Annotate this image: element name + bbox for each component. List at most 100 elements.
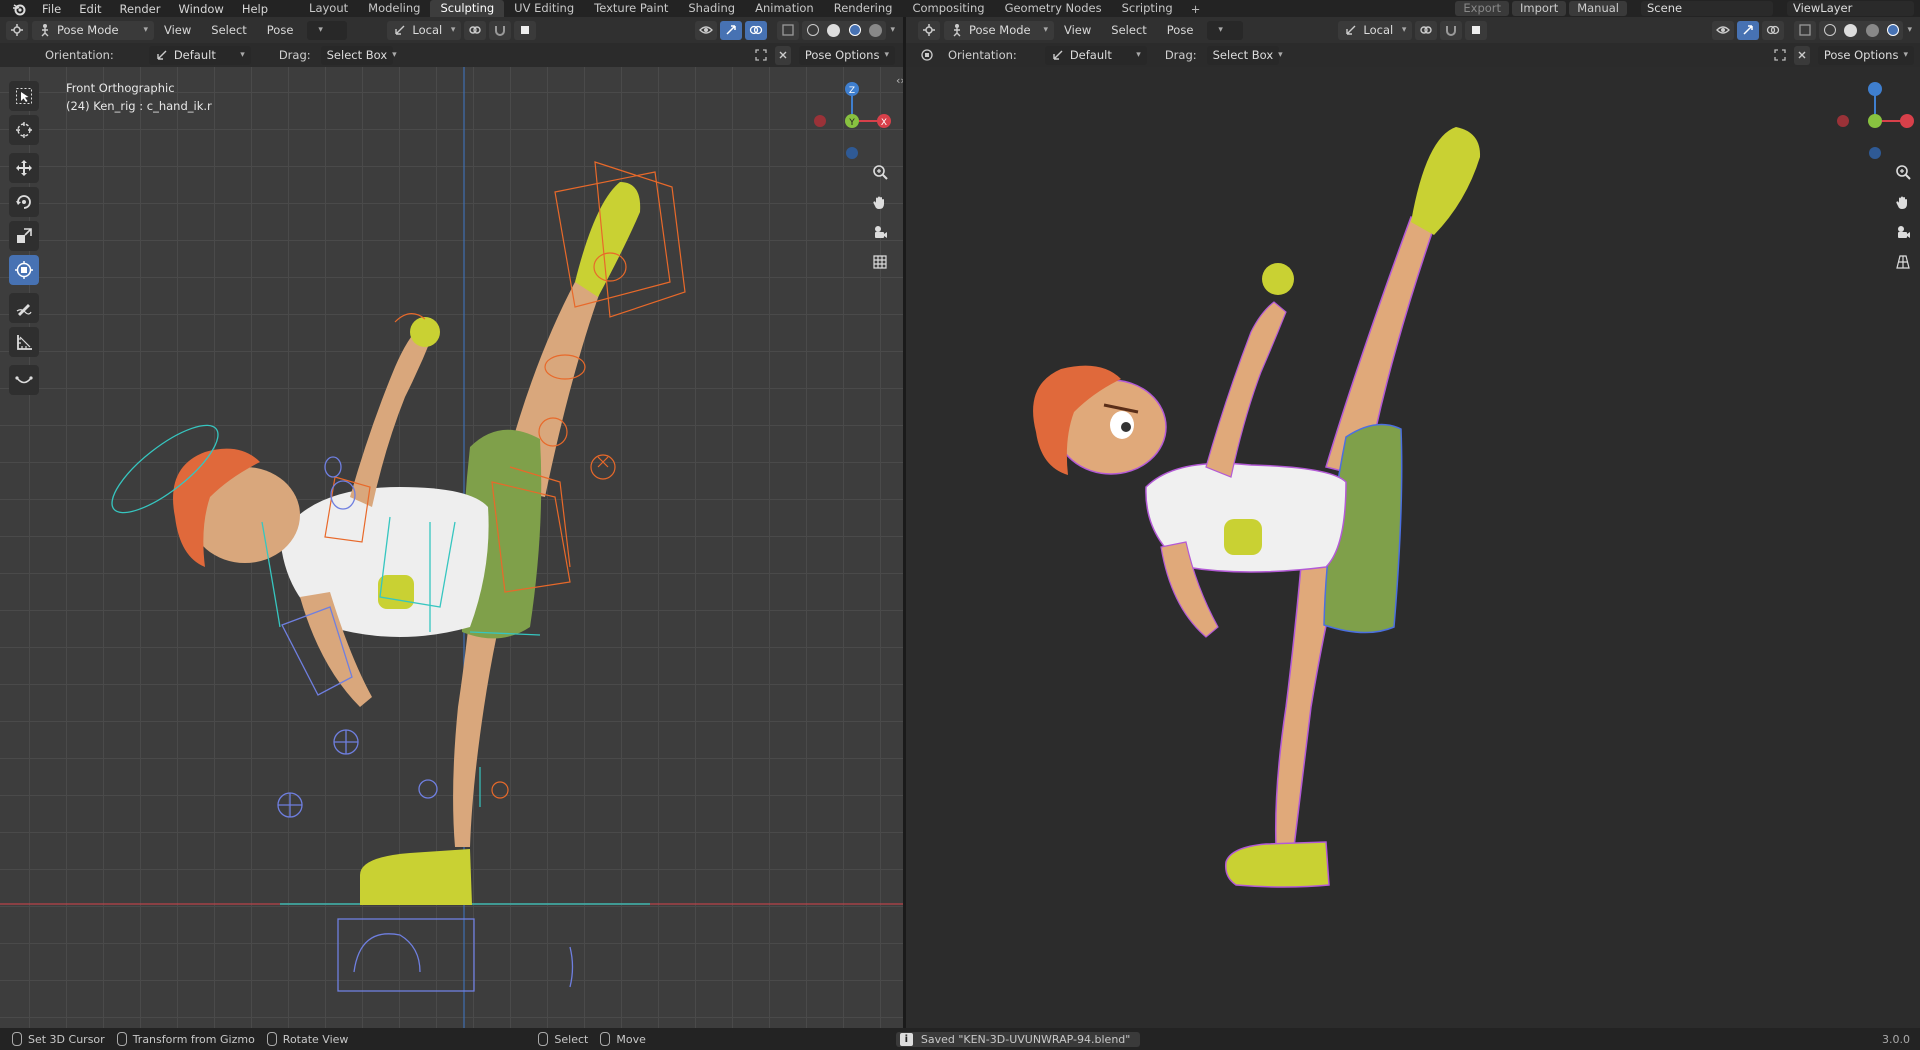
tool-transform[interactable] bbox=[9, 255, 39, 285]
tool-select-box[interactable] bbox=[9, 81, 39, 111]
transform-orientation-selector[interactable]: Local ▾ bbox=[387, 20, 462, 40]
import-button[interactable]: Import bbox=[1512, 1, 1567, 16]
bone-selector[interactable]: ▾ bbox=[307, 20, 348, 40]
pose-options-menu[interactable]: Pose Options ▾ bbox=[798, 45, 895, 65]
xray-toggle[interactable] bbox=[777, 20, 800, 40]
saved-message[interactable]: i Saved "KEN-3D-UVUNWRAP-94.blend" bbox=[895, 1031, 1141, 1047]
gizmo-neg-x-axis-right[interactable] bbox=[1837, 115, 1849, 127]
scene-selector[interactable]: Scene bbox=[1641, 1, 1773, 16]
orientation-selector[interactable]: Default ▾ bbox=[148, 45, 251, 65]
overlay-toggle[interactable] bbox=[745, 20, 768, 40]
right-viewport-rendered[interactable] bbox=[906, 67, 1920, 1028]
shading-options-menu[interactable]: ▾ bbox=[890, 25, 895, 35]
gizmo-toggle[interactable] bbox=[720, 20, 743, 40]
fullscreen-toggle-right[interactable] bbox=[1769, 46, 1791, 65]
solid-shading-icon[interactable] bbox=[827, 23, 841, 37]
close-header-button[interactable] bbox=[774, 45, 791, 65]
material-shading-icon[interactable] bbox=[1865, 23, 1879, 37]
pose-options-menu-right[interactable]: Pose Options ▾ bbox=[1817, 45, 1914, 65]
tab-rendering[interactable]: Rendering bbox=[824, 0, 903, 17]
gizmo-z-axis-right[interactable] bbox=[1868, 82, 1882, 96]
pose-menu[interactable]: Pose bbox=[257, 23, 304, 37]
menu-file[interactable]: File bbox=[33, 2, 70, 16]
tab-animation[interactable]: Animation bbox=[745, 0, 824, 17]
editor-type-menu-right[interactable] bbox=[918, 20, 940, 40]
tab-sculpting[interactable]: Sculpting bbox=[430, 0, 505, 17]
drag-selector[interactable]: Select Box ▾ bbox=[320, 45, 397, 65]
close-header-button-right[interactable] bbox=[1793, 45, 1810, 65]
gizmo-neg-z-axis-right[interactable] bbox=[1869, 147, 1881, 159]
gizmo-y-axis-right[interactable] bbox=[1868, 114, 1882, 128]
blender-logo-icon[interactable] bbox=[12, 2, 26, 16]
overlay-toggle-right[interactable] bbox=[1762, 20, 1785, 40]
add-workspace-button[interactable]: + bbox=[1183, 2, 1209, 16]
toggle-ortho-button[interactable] bbox=[867, 249, 893, 275]
gizmo-x-axis-right[interactable] bbox=[1900, 114, 1914, 128]
visibility-menu[interactable] bbox=[695, 20, 718, 40]
rendered-shading-icon[interactable] bbox=[1887, 24, 1900, 36]
mode-selector[interactable]: Pose Mode ▾ bbox=[32, 20, 154, 40]
bone-selector-right[interactable]: ▾ bbox=[1207, 20, 1244, 40]
fullscreen-toggle[interactable] bbox=[750, 46, 772, 65]
tool-relax[interactable] bbox=[9, 365, 39, 395]
tab-shading[interactable]: Shading bbox=[678, 0, 745, 17]
tab-layout[interactable]: Layout bbox=[299, 0, 358, 17]
manual-button[interactable]: Manual bbox=[1569, 1, 1627, 16]
camera-view-button[interactable] bbox=[867, 219, 893, 245]
material-shading-icon[interactable] bbox=[848, 24, 861, 36]
tool-move[interactable] bbox=[9, 153, 39, 183]
gizmo-neg-z-axis[interactable] bbox=[846, 147, 858, 159]
xray-toggle-right[interactable] bbox=[1794, 20, 1817, 40]
left-viewport[interactable]: Front Orthographic (24) Ken_rig : c_hand… bbox=[0, 67, 903, 1028]
snap-toggle-right[interactable] bbox=[1440, 20, 1463, 40]
snap-toggle[interactable] bbox=[489, 20, 512, 40]
rendered-shading-icon[interactable] bbox=[869, 23, 883, 37]
view-menu-right[interactable]: View bbox=[1054, 23, 1101, 37]
export-button[interactable]: Export bbox=[1455, 1, 1510, 16]
tab-geometry-nodes[interactable]: Geometry Nodes bbox=[995, 0, 1112, 17]
sidebar-toggle[interactable]: ‹› bbox=[896, 74, 903, 87]
tab-scripting[interactable]: Scripting bbox=[1112, 0, 1183, 17]
navigation-gizmo[interactable]: Z Y X bbox=[808, 67, 898, 167]
proportional-toggle-right[interactable] bbox=[1465, 20, 1488, 40]
select-menu[interactable]: Select bbox=[201, 23, 256, 37]
status-report[interactable]: i Saved "KEN-3D-UVUNWRAP-94.blend" bbox=[895, 1031, 1141, 1047]
select-menu-right[interactable]: Select bbox=[1101, 23, 1156, 37]
transform-orientation-selector-right[interactable]: Local ▾ bbox=[1338, 20, 1413, 40]
pivot-selector-right[interactable] bbox=[1415, 20, 1438, 40]
tool-annotate[interactable] bbox=[9, 293, 39, 323]
character-model[interactable] bbox=[173, 182, 641, 905]
visibility-menu-right[interactable] bbox=[1712, 20, 1735, 40]
tool-scale[interactable] bbox=[9, 221, 39, 251]
tab-texture-paint[interactable]: Texture Paint bbox=[584, 0, 678, 17]
drag-selector-right[interactable]: Select Box ▾ bbox=[1206, 45, 1283, 65]
menu-help[interactable]: Help bbox=[233, 2, 277, 16]
tab-uv-editing[interactable]: UV Editing bbox=[504, 0, 584, 17]
orientation-selector-right[interactable]: Default ▾ bbox=[1044, 45, 1147, 65]
zoom-view-button-right[interactable] bbox=[1890, 159, 1916, 185]
mode-selector-right[interactable]: Pose Mode ▾ bbox=[944, 20, 1054, 40]
wireframe-shading-icon[interactable] bbox=[1823, 24, 1836, 36]
view-layer-selector[interactable]: ViewLayer bbox=[1787, 1, 1914, 16]
camera-view-button-right[interactable] bbox=[1890, 219, 1916, 245]
gizmo-neg-x-axis[interactable] bbox=[814, 115, 826, 127]
navigation-gizmo-right[interactable] bbox=[1831, 67, 1920, 167]
pivot-selector[interactable] bbox=[464, 20, 487, 40]
toggle-perspective-button-right[interactable] bbox=[1890, 249, 1916, 275]
shading-mode-selector-right[interactable] bbox=[1819, 20, 1904, 40]
knee-pole-control[interactable] bbox=[491, 781, 509, 799]
wireframe-shading-icon[interactable] bbox=[806, 24, 819, 36]
rendered-character[interactable] bbox=[1033, 127, 1481, 888]
editor-type-menu[interactable] bbox=[6, 20, 28, 40]
pan-view-button-right[interactable] bbox=[1890, 189, 1916, 215]
pose-menu-right[interactable]: Pose bbox=[1157, 23, 1204, 37]
pan-view-button[interactable] bbox=[867, 189, 893, 215]
menu-edit[interactable]: Edit bbox=[70, 2, 110, 16]
tab-modeling[interactable]: Modeling bbox=[358, 0, 430, 17]
tool-cursor[interactable] bbox=[9, 115, 39, 145]
tool-measure[interactable] bbox=[9, 327, 39, 357]
active-tool-icon[interactable] bbox=[916, 46, 938, 65]
view-menu[interactable]: View bbox=[154, 23, 201, 37]
zoom-view-button[interactable] bbox=[867, 159, 893, 185]
tool-rotate[interactable] bbox=[9, 187, 39, 217]
